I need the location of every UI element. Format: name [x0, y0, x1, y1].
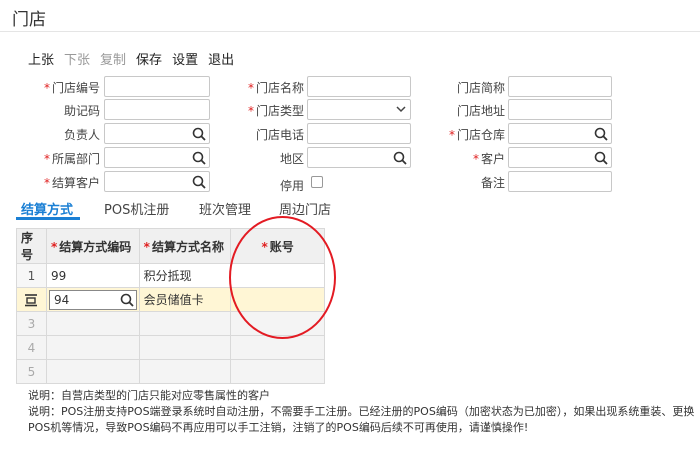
row-code[interactable]: 94 — [45, 287, 140, 312]
store-warehouse-label: * 门店仓库 — [448, 128, 505, 142]
search-icon[interactable] — [594, 127, 608, 141]
settle-customer-input[interactable] — [104, 171, 210, 192]
prev-record-button[interactable]: 上张 — [28, 49, 54, 68]
search-icon[interactable] — [594, 151, 608, 165]
store-code-label: * 门店编号 — [43, 81, 100, 95]
row-account[interactable] — [230, 311, 325, 336]
settlement-grid: 序号 * 结算方式编码 * 结算方式名称 * 账号 1 99 积分抵现 94 会… — [16, 228, 325, 384]
store-short-input[interactable] — [508, 76, 612, 97]
row-seq: 3 — [16, 311, 47, 336]
store-short-label: 门店简称 — [456, 81, 505, 95]
row-edit-marker — [16, 287, 47, 312]
tab-pos-registration[interactable]: POS机注册 — [104, 199, 169, 218]
mnemonic-label: 助记码 — [63, 104, 100, 118]
store-phone-label: 门店电话 — [255, 128, 304, 142]
row-account[interactable] — [230, 287, 325, 312]
notes: 说明：自营店类型的门店只能对应零售属性的客户 说明：POS注册支持POS端登录系… — [28, 388, 698, 436]
form-row-1: * 门店编号 * 门店名称 门店简称 — [0, 76, 700, 98]
disabled-checkbox[interactable] — [311, 176, 323, 188]
row-seq: 5 — [16, 359, 47, 384]
col-header-account[interactable]: * 账号 — [230, 228, 325, 264]
department-label: * 所属部门 — [43, 152, 100, 166]
mnemonic-input[interactable] — [104, 99, 210, 120]
col-header-code[interactable]: * 结算方式编码 — [45, 228, 140, 264]
table-row[interactable]: 5 — [16, 359, 325, 384]
next-record-button[interactable]: 下张 — [64, 49, 90, 68]
row-name[interactable] — [138, 311, 232, 336]
customer-label: * 客户 — [472, 152, 505, 166]
remark-label: 备注 — [480, 176, 505, 190]
row-seq: 1 — [16, 263, 47, 288]
row-name[interactable]: 积分抵现 — [138, 263, 232, 288]
customer-input[interactable] — [508, 147, 612, 168]
store-warehouse-input[interactable] — [508, 123, 612, 144]
table-row-selected[interactable]: 94 会员储值卡 — [16, 287, 325, 312]
region-label: 地区 — [279, 152, 304, 166]
form-row-4: * 所属部门 地区 * 客户 — [0, 147, 700, 169]
exit-button[interactable]: 退出 — [208, 49, 234, 68]
chevron-down-icon — [396, 106, 406, 113]
manager-input[interactable] — [104, 123, 210, 144]
window-title: 门店 — [12, 10, 46, 30]
title-bar: 门店 — [0, 0, 700, 32]
form-row-3: 负责人 门店电话 * 门店仓库 — [0, 123, 700, 145]
col-header-name[interactable]: * 结算方式名称 — [138, 228, 232, 264]
row-name[interactable] — [138, 335, 232, 360]
region-input[interactable] — [307, 147, 411, 168]
manager-label: 负责人 — [63, 128, 100, 142]
note-line-1: 说明：自营店类型的门店只能对应零售属性的客户 — [28, 389, 270, 402]
row-name[interactable] — [138, 359, 232, 384]
note-line-2: 说明：POS注册支持POS端登录系统时自动注册，不需要手工注册。已经注册的POS… — [28, 405, 695, 434]
store-phone-input[interactable] — [307, 123, 411, 144]
store-code-input[interactable] — [104, 76, 210, 97]
tab-bar: 结算方式 POS机注册 班次管理 周边门店 — [0, 197, 700, 219]
store-address-input[interactable] — [508, 99, 612, 120]
department-input[interactable] — [104, 147, 210, 168]
disabled-label: 停用 — [279, 179, 304, 193]
store-type-select[interactable] — [307, 99, 411, 120]
table-row[interactable]: 1 99 积分抵现 — [16, 263, 325, 288]
tab-shift-management[interactable]: 班次管理 — [199, 199, 251, 218]
row-code[interactable]: 99 — [45, 263, 140, 288]
row-code[interactable] — [45, 335, 140, 360]
grid-header-row: 序号 * 结算方式编码 * 结算方式名称 * 账号 — [16, 228, 325, 264]
row-name[interactable]: 会员储值卡 — [138, 287, 232, 312]
store-name-input[interactable] — [307, 76, 411, 97]
row-code[interactable] — [45, 359, 140, 384]
row-account[interactable] — [230, 359, 325, 384]
search-icon[interactable] — [120, 293, 134, 307]
search-icon[interactable] — [393, 151, 407, 165]
search-icon[interactable] — [192, 151, 206, 165]
toolbar: 上张 下张 复制 保存 设置 退出 — [28, 49, 244, 68]
form-row-5: * 结算客户 停用 备注 — [0, 171, 700, 193]
tab-nearby-stores[interactable]: 周边门店 — [279, 199, 331, 218]
row-account[interactable] — [230, 263, 325, 288]
copy-button[interactable]: 复制 — [100, 49, 126, 68]
store-type-label: * 门店类型 — [247, 104, 304, 118]
store-name-label: * 门店名称 — [247, 81, 304, 95]
store-address-label: 门店地址 — [456, 104, 505, 118]
form-row-2: 助记码 * 门店类型 门店地址 — [0, 99, 700, 121]
table-row[interactable]: 3 — [16, 311, 325, 336]
remark-input[interactable] — [508, 171, 612, 192]
row-code[interactable] — [45, 311, 140, 336]
search-icon[interactable] — [192, 175, 206, 189]
active-tab-indicator — [16, 217, 80, 220]
code-cell-input[interactable]: 94 — [48, 289, 137, 310]
row-seq: 4 — [16, 335, 47, 360]
search-icon[interactable] — [192, 127, 206, 141]
edit-row-icon — [25, 293, 38, 307]
row-account[interactable] — [230, 335, 325, 360]
save-button[interactable]: 保存 — [136, 49, 162, 68]
settle-customer-label: * 结算客户 — [43, 176, 100, 190]
tab-settlement-method[interactable]: 结算方式 — [21, 199, 73, 218]
settings-button[interactable]: 设置 — [172, 49, 198, 68]
table-row[interactable]: 4 — [16, 335, 325, 360]
col-header-seq: 序号 — [16, 228, 47, 264]
